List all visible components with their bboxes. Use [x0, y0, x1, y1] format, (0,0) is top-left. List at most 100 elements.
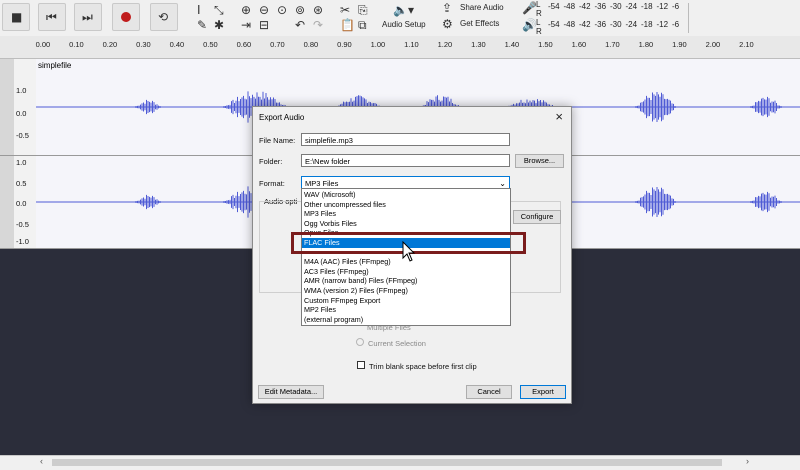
playback-meter-icon[interactable]: 🔊 — [522, 18, 537, 32]
cut-icon[interactable]: ✂ — [340, 3, 350, 17]
silence-icon[interactable]: ⊟ — [259, 18, 269, 32]
ruler-tick-label: 0.70 — [270, 40, 285, 49]
format-option[interactable]: MP2 Files — [302, 305, 510, 315]
ruler-tick-label: 2.10 — [739, 40, 754, 49]
ruler-tick-label: 0.20 — [102, 40, 118, 49]
format-select-value: MP3 Files — [305, 179, 339, 188]
trim-checkbox[interactable] — [357, 361, 365, 369]
zoom-in-icon[interactable]: ⊕ — [241, 3, 251, 17]
current-selection-label: Current Selection — [368, 339, 426, 348]
record-button[interactable] — [112, 3, 140, 31]
ruler-tick-label: 2.00 — [705, 40, 721, 49]
draw-tool-icon[interactable]: ✎ — [197, 18, 207, 32]
audio-setup-button[interactable]: 🔈▾ Audio Setup — [380, 1, 428, 34]
export-button[interactable]: Export — [520, 385, 566, 399]
microphone-icon[interactable]: 🎤 — [522, 1, 537, 15]
dialog-title: Export Audio — [259, 113, 305, 122]
close-icon[interactable]: × — [555, 109, 563, 124]
meter-tick-label: -48 — [563, 20, 576, 29]
fit-selection-icon[interactable]: ⊙ — [277, 3, 287, 17]
meter-r-label-2: R — [536, 27, 542, 36]
get-effects-button[interactable]: ⚙ Get Effects — [442, 17, 506, 31]
track-control-panel[interactable] — [0, 156, 15, 248]
file-name-label: File Name: — [259, 136, 296, 145]
meter-tick-label: -54 — [548, 2, 560, 11]
format-option[interactable]: Custom FFmpeg Export — [302, 296, 510, 306]
meter-tick-label: -42 — [579, 20, 591, 29]
ruler-tick-label: 0.80 — [303, 40, 319, 49]
meter-tick-label: -6 — [672, 2, 680, 11]
toolbar: ■ ⏮ ⏭ ⟲ I ⤡ ✎ ✱ ⊕ ⊖ ⊙ ⊚ ⊛ ⇥ ⊟ ↶ ↷ ✂ ⎘ 📋 … — [0, 0, 800, 37]
copy-icon[interactable]: ⎘ — [358, 3, 368, 17]
meter-l-label: L — [536, 0, 541, 9]
meter-r-label: R — [536, 9, 542, 18]
effects-icon: ⚙ — [442, 17, 453, 31]
loop-button[interactable]: ⟲ — [150, 3, 178, 31]
stop-button[interactable]: ■ — [2, 3, 30, 31]
meter-tick-label: -18 — [641, 20, 653, 29]
share-audio-button[interactable]: ⇪ Share Audio — [442, 1, 506, 15]
skip-end-button[interactable]: ⏭ — [74, 3, 102, 31]
scale-label: 0.0 — [16, 109, 27, 118]
paste-icon[interactable]: 📋 — [340, 18, 355, 32]
undo-icon[interactable]: ↶ — [295, 18, 305, 32]
format-option[interactable]: WAV (Microsoft) — [302, 190, 510, 200]
format-label: Format: — [259, 179, 285, 188]
meter-l-label-2: L — [536, 18, 541, 27]
ruler-tick-label: 1.80 — [638, 40, 654, 49]
multi-tool-icon[interactable]: ✱ — [214, 18, 224, 32]
scale-label: -0.5 — [16, 131, 29, 140]
share-icon: ⇪ — [442, 1, 453, 15]
toolbar-divider — [688, 3, 689, 33]
format-option[interactable]: AC3 Files (FFmpeg) — [302, 267, 510, 277]
zoom-out-icon[interactable]: ⊖ — [259, 3, 269, 17]
clip-name[interactable]: simplefile — [38, 61, 71, 70]
format-option[interactable]: (external program) — [302, 315, 510, 325]
audio-setup-label: Audio Setup — [382, 20, 426, 29]
scrollbar-thumb[interactable] — [52, 459, 722, 466]
horizontal-scrollbar[interactable]: ‹ › — [0, 455, 800, 470]
fit-project-icon[interactable]: ⊚ — [295, 3, 305, 17]
file-name-input[interactable]: simplefile.mp3 — [301, 133, 510, 146]
scale-label: 1.0 — [16, 158, 27, 167]
cancel-button[interactable]: Cancel — [466, 385, 512, 399]
browse-button[interactable]: Browse... — [515, 154, 564, 168]
scroll-right-icon[interactable]: › — [746, 456, 749, 466]
scale-label: -0.5 — [16, 220, 29, 229]
folder-label: Folder: — [259, 157, 283, 166]
edit-metadata-button[interactable]: Edit Metadata... — [258, 385, 324, 399]
trim-icon[interactable]: ⇥ — [241, 18, 251, 32]
skip-start-icon: ⏮ — [46, 10, 57, 24]
scroll-left-icon[interactable]: ‹ — [40, 456, 43, 466]
mouse-cursor-icon — [402, 241, 416, 262]
recording-meter[interactable]: -54 -48 -42 -36 -30 -24 -18 -12 -6 — [548, 1, 688, 13]
playback-meter[interactable]: -54 -48 -42 -36 -30 -24 -18 -12 -6 — [548, 19, 688, 31]
envelope-tool-icon[interactable]: ⤡ — [214, 3, 224, 17]
meter-tick-label: -42 — [579, 2, 591, 11]
meter-tick-label: -54 — [548, 20, 560, 29]
meter-tick-label: -30 — [610, 2, 622, 11]
ruler-tick-label: 1.90 — [672, 40, 687, 49]
format-option[interactable]: Other uncompressed files — [302, 200, 510, 210]
meter-tick-label: -24 — [625, 2, 638, 11]
zoom-toggle-icon[interactable]: ⊛ — [313, 3, 323, 17]
ruler-tick-label: 1.10 — [404, 40, 419, 49]
amplitude-scale: 1.0 0.0 -0.5 — [14, 59, 37, 155]
format-option[interactable]: AMR (narrow band) Files (FFmpeg) — [302, 276, 510, 286]
format-option[interactable]: Ogg Vorbis Files — [302, 219, 510, 229]
format-option[interactable]: WMA (version 2) Files (FFmpeg) — [302, 286, 510, 296]
selection-tool-icon[interactable]: I — [197, 3, 201, 17]
clip-icon[interactable]: ⧉ — [358, 18, 367, 32]
ruler-tick-label: 0.90 — [337, 40, 352, 49]
track-control-panel[interactable] — [0, 59, 15, 155]
format-option[interactable]: MP3 Files — [302, 209, 510, 219]
configure-button[interactable]: Configure — [513, 210, 561, 224]
skip-end-icon: ⏭ — [82, 10, 93, 24]
skip-start-button[interactable]: ⏮ — [38, 3, 66, 31]
timeline-ruler[interactable]: 0.00 0.10 0.20 0.30 0.40 0.50 0.60 0.70 0.80 0.90… — [0, 36, 800, 59]
folder-input[interactable]: E:\New folder — [301, 154, 510, 167]
get-effects-label: Get Effects — [460, 19, 500, 28]
redo-icon[interactable]: ↷ — [313, 18, 323, 32]
ruler-tick-label: 1.50 — [538, 40, 553, 49]
current-selection-radio[interactable] — [356, 338, 364, 346]
